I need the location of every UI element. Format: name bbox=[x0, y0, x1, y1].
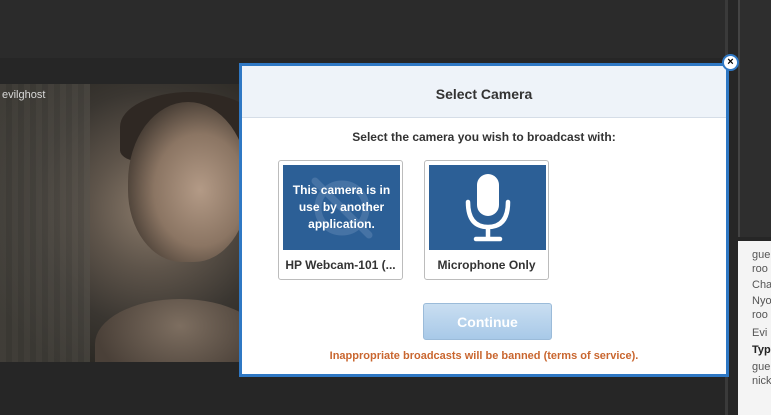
video-subject-body bbox=[95, 299, 245, 362]
chat-line: Nyo bbox=[752, 295, 771, 307]
microphone-preview bbox=[429, 165, 546, 250]
broadcast-warning: Inappropriate broadcasts will be banned … bbox=[242, 350, 726, 362]
camera-label: HP Webcam-101 (... bbox=[285, 258, 396, 272]
continue-button[interactable]: Continue bbox=[423, 303, 552, 340]
camera-instruction: Select the camera you wish to broadcast … bbox=[352, 130, 616, 144]
camera-in-use-message: This camera is in use by another applica… bbox=[292, 183, 391, 231]
chat-line: roo bbox=[752, 263, 768, 275]
dialog-header: Select Camera bbox=[242, 66, 726, 118]
app-top-bar bbox=[0, 0, 725, 58]
warning-text-prefix: Inappropriate broadcasts will be banned … bbox=[329, 350, 548, 362]
select-camera-dialog: Select Camera Select the camera you wish… bbox=[239, 63, 729, 377]
video-subject-face bbox=[128, 102, 245, 262]
close-icon[interactable]: × bbox=[722, 54, 739, 71]
chat-line: nick bbox=[752, 375, 771, 387]
terms-of-service-link[interactable]: terms of service bbox=[547, 350, 631, 362]
chat-line: Cha bbox=[752, 279, 771, 291]
camera-option-hp-webcam[interactable]: This camera is in use by another applica… bbox=[278, 160, 403, 280]
warning-text-suffix: ). bbox=[631, 350, 639, 362]
microphone-icon bbox=[465, 173, 510, 241]
chat-line: gue bbox=[752, 361, 771, 373]
camera-label: Microphone Only bbox=[437, 258, 536, 272]
right-column bbox=[738, 0, 771, 237]
chat-line: Evi bbox=[752, 327, 768, 339]
chat-user-panel: gue roo Cha Nyo roo Evi Typ gue nick bbox=[738, 241, 771, 415]
chat-line: gue bbox=[752, 249, 771, 261]
camera-preview: This camera is in use by another applica… bbox=[283, 165, 400, 250]
dialog-title: Select Camera bbox=[435, 86, 533, 102]
video-background bbox=[0, 84, 90, 362]
chat-line: roo bbox=[752, 309, 768, 321]
camera-option-microphone-only[interactable]: Microphone Only bbox=[424, 160, 549, 280]
chat-line: Typ bbox=[752, 344, 771, 356]
webcam-video-feed bbox=[0, 84, 245, 362]
broadcaster-username: evilghost bbox=[2, 89, 46, 101]
